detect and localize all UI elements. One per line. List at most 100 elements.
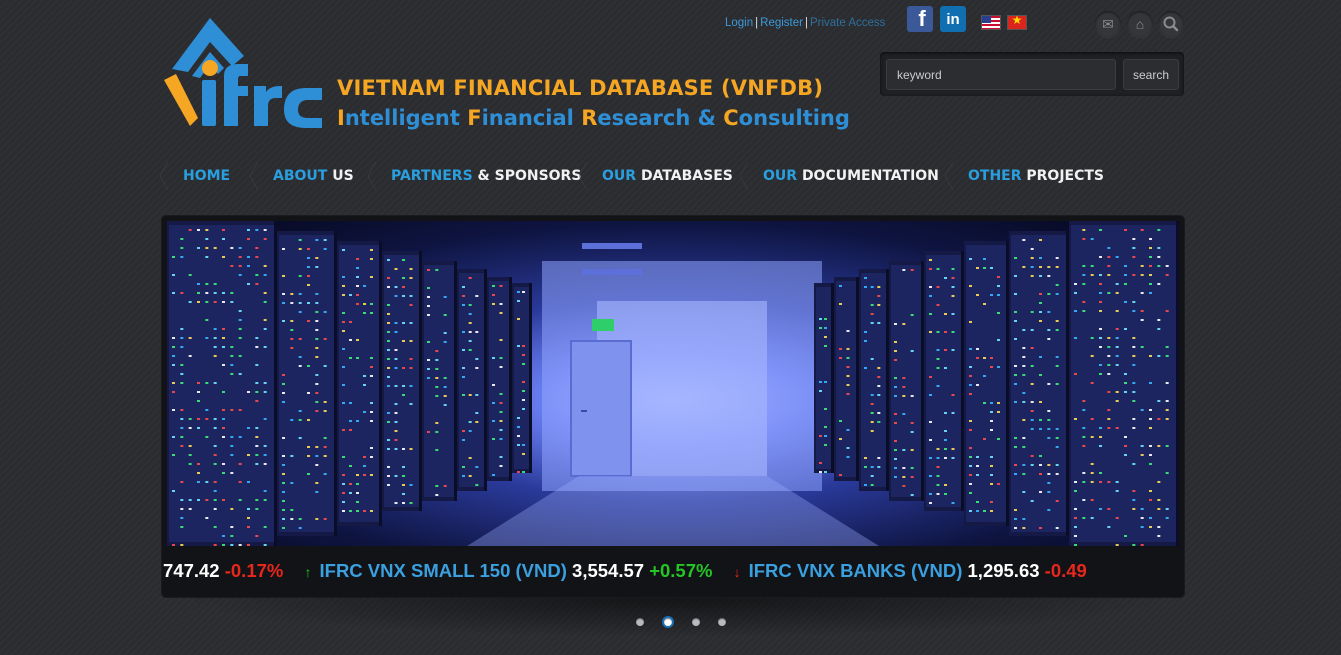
rack-part	[282, 383, 285, 385]
login-link[interactable]: Login	[725, 17, 753, 29]
rack-part	[188, 301, 192, 303]
us-flag-icon[interactable]	[981, 15, 1001, 30]
linkedin-icon[interactable]: in	[940, 6, 966, 32]
rack-part	[1115, 283, 1119, 285]
rack-part	[1115, 544, 1119, 546]
rack-part	[990, 267, 993, 269]
rack-part	[387, 340, 390, 342]
rack-part	[1090, 463, 1094, 465]
rack-part	[1099, 274, 1102, 276]
rack-part	[363, 456, 366, 458]
register-link[interactable]: Register	[760, 17, 803, 29]
rack-part	[824, 381, 827, 383]
search-icon[interactable]	[1158, 11, 1184, 37]
rack-part	[263, 328, 267, 330]
rack-part	[983, 258, 986, 260]
nav-partners-sponsors[interactable]: PARTNERS & SPONSORS	[368, 155, 581, 197]
rack-part	[1055, 320, 1059, 322]
rack-part	[1140, 310, 1144, 312]
rack-part	[1157, 283, 1161, 285]
rack-part	[929, 286, 932, 288]
slider-dot-active[interactable]	[662, 616, 674, 628]
rack-part	[205, 301, 209, 303]
rack-part	[222, 409, 225, 411]
rack-part	[349, 339, 352, 341]
facebook-icon[interactable]: f	[907, 6, 933, 32]
rack-part	[1107, 265, 1111, 267]
rack-part	[1157, 418, 1161, 420]
search-input[interactable]	[886, 59, 1116, 90]
rack-part	[315, 293, 319, 295]
rack-part	[1074, 283, 1077, 285]
rack-part	[1107, 409, 1111, 411]
rack-part	[1132, 490, 1136, 492]
rack-part	[997, 276, 1000, 278]
rack-part	[197, 292, 200, 294]
rack-part	[1124, 274, 1127, 276]
rack-part	[230, 535, 234, 537]
rack-part	[936, 331, 940, 333]
rack-part	[238, 463, 242, 465]
rack-part	[877, 304, 881, 306]
mail-icon[interactable]: ✉	[1095, 11, 1121, 37]
rack-part	[349, 429, 352, 431]
rack-part	[499, 339, 503, 341]
nav-our-databases[interactable]: OUR DATABASES	[579, 155, 740, 197]
site-logo[interactable]: VIETNAM FINANCIAL DATABASE (VNFDB) Intel…	[162, 14, 850, 136]
rack-part	[983, 375, 986, 377]
rack-part	[462, 286, 465, 288]
rack-part	[298, 302, 302, 304]
rack-part	[213, 445, 217, 447]
rack-part	[856, 277, 859, 481]
nav-about-us[interactable]: ABOUT US	[250, 155, 368, 197]
rack-part	[839, 303, 842, 305]
nav-home[interactable]: HOME	[160, 155, 250, 197]
rack-part	[282, 293, 285, 295]
rack-part	[1047, 311, 1051, 313]
rack-part	[1055, 365, 1059, 367]
rack-part	[188, 418, 192, 420]
nav-other-projects[interactable]: OTHER PROJECTS	[945, 155, 1105, 197]
nav-our-documentation[interactable]: OUR DOCUMENTATION	[740, 155, 945, 197]
rack-part	[230, 544, 234, 546]
search-button[interactable]: search	[1123, 59, 1179, 90]
ticker-change: -0.17%	[224, 560, 284, 581]
rack-part	[342, 510, 345, 512]
rack-part	[1149, 463, 1152, 465]
slider-dot[interactable]	[636, 618, 644, 626]
ticker-index-name[interactable]: IFRC VNX SMALL 150 (VND)	[320, 560, 567, 581]
rack-part	[944, 331, 947, 333]
rack-part	[861, 273, 887, 487]
slider-dot[interactable]	[718, 618, 726, 626]
private-access-link[interactable]: Private Access	[810, 17, 885, 29]
vn-flag-icon[interactable]: ★	[1007, 15, 1027, 30]
rack-part	[180, 427, 184, 429]
rack-part	[263, 454, 267, 456]
rack-part	[409, 448, 413, 450]
rack-part	[1132, 391, 1136, 393]
rack-part	[1082, 427, 1086, 429]
rack-part	[387, 313, 390, 315]
rack-part	[1149, 274, 1152, 276]
rack-part	[1022, 266, 1026, 268]
ticker-index-name[interactable]: IFRC VNX BANKS (VND)	[749, 560, 963, 581]
rack-part	[819, 390, 822, 392]
rack-part	[315, 518, 319, 520]
rack-part	[263, 319, 267, 321]
rack-part	[205, 283, 209, 285]
slider-dot[interactable]	[692, 618, 700, 626]
nav-label: PARTNERS	[391, 168, 478, 184]
rack-part	[238, 328, 242, 330]
rack-part	[499, 393, 503, 395]
home-icon[interactable]: ⌂	[1127, 11, 1153, 37]
rack-part	[1047, 482, 1051, 484]
rack-part	[819, 462, 822, 464]
rack-part	[197, 301, 200, 303]
rack-part	[846, 393, 850, 395]
rack-part	[370, 303, 373, 305]
rack-part	[1165, 400, 1169, 402]
rack-part	[188, 337, 192, 339]
rack-part	[902, 476, 906, 478]
rack-part	[944, 277, 947, 279]
rack-part	[213, 508, 217, 510]
